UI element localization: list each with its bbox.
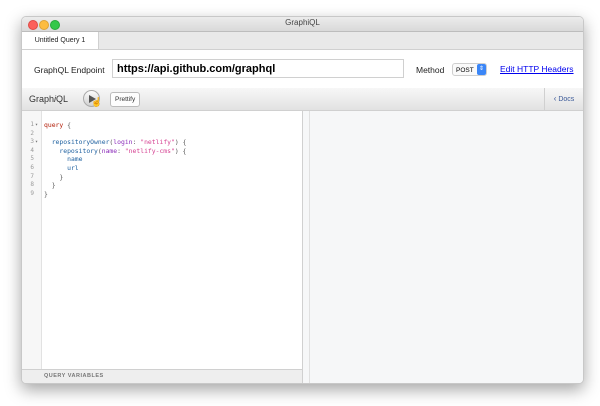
chevron-left-icon: ‹ xyxy=(553,94,557,103)
code-token: url xyxy=(67,164,79,172)
code-token: } xyxy=(44,181,56,190)
method-value: POST xyxy=(456,67,474,74)
code-token: name xyxy=(67,155,83,164)
method-select[interactable]: POST ⇕ xyxy=(452,63,487,76)
tab-untitled-query-1[interactable]: Untitled Query 1 xyxy=(22,32,99,49)
code-token: repository xyxy=(59,146,98,155)
code-token: : xyxy=(117,146,125,155)
code-token: { xyxy=(63,121,71,129)
fold-arrow-icon[interactable]: ▾ xyxy=(35,122,38,128)
query-editor[interactable]: 1 ▾ 2 3 ▾ 4 5 6 7 8 9 query { repositoryOwner(logi… xyxy=(22,111,303,369)
code-line: repositoryOwner(login: "netlify") { xyxy=(44,138,187,147)
line-number: 4 xyxy=(30,146,34,154)
pane-divider[interactable] xyxy=(309,111,310,383)
query-variables-label: QUERY VARIABLES xyxy=(44,373,104,379)
logo-prefix: Graph xyxy=(29,94,55,104)
code-token: login xyxy=(113,138,133,147)
title-bar: GraphiQL xyxy=(22,17,583,32)
tab-bar: Untitled Query 1 xyxy=(22,32,583,50)
docs-button[interactable]: ‹ Docs xyxy=(544,88,583,110)
line-number: 6 xyxy=(30,164,34,171)
line-number: 3 xyxy=(30,138,34,146)
graphiql-logo: GraphiQL xyxy=(29,94,68,104)
line-number: 9 xyxy=(30,189,34,197)
code-line: repository(name: "netlify-cms") { xyxy=(44,147,186,155)
endpoint-bar: GraphQL Endpoint https://api.github.com/… xyxy=(22,50,583,88)
edit-http-headers-link[interactable]: Edit HTTP Headers xyxy=(500,64,574,74)
code-token: ) { xyxy=(174,138,187,147)
code-token: ) { xyxy=(174,146,187,155)
code-line: query { xyxy=(44,121,71,129)
code-token: query xyxy=(44,121,64,129)
select-arrows-icon: ⇕ xyxy=(477,64,486,75)
line-number: 1 xyxy=(30,121,34,128)
code-token: } xyxy=(44,172,64,181)
code-token: "netlify" xyxy=(140,138,175,147)
app-window: GraphiQL Untitled Query 1 GraphQL Endpoi… xyxy=(21,16,584,384)
code-line: } xyxy=(44,181,56,189)
code-line: name xyxy=(44,155,82,163)
window-title: GraphiQL xyxy=(285,18,320,27)
fold-arrow-icon[interactable]: ▾ xyxy=(35,139,38,145)
code-token: "netlify-cms" xyxy=(124,146,175,155)
logo-suffix: QL xyxy=(56,94,69,104)
docs-label: Docs xyxy=(558,96,575,103)
method-label: Method xyxy=(416,65,445,75)
line-number: 2 xyxy=(30,129,34,137)
code-line: } xyxy=(44,190,48,198)
line-number: 7 xyxy=(30,172,34,180)
code-token: repositoryOwner xyxy=(51,138,110,147)
code-token: name xyxy=(101,146,118,155)
line-number: 8 xyxy=(30,181,34,189)
line-number-gutter: 1 ▾ 2 3 ▾ 4 5 6 7 8 9 xyxy=(22,111,42,369)
code-line: url xyxy=(44,164,79,172)
line-number: 5 xyxy=(30,155,34,163)
prettify-button[interactable]: Prettify xyxy=(110,92,141,107)
graphiql-toolbar: GraphiQL ☝ Prettify ‹ Docs xyxy=(22,88,583,111)
pointer-cursor-icon: ☝ xyxy=(91,97,103,107)
code-token: } xyxy=(44,189,48,198)
endpoint-label: GraphQL Endpoint xyxy=(34,65,105,75)
endpoint-url-input[interactable]: https://api.github.com/graphql xyxy=(112,59,404,78)
query-variables-bar[interactable]: QUERY VARIABLES xyxy=(22,369,303,383)
code-line: } xyxy=(44,173,63,181)
result-pane xyxy=(303,111,583,383)
